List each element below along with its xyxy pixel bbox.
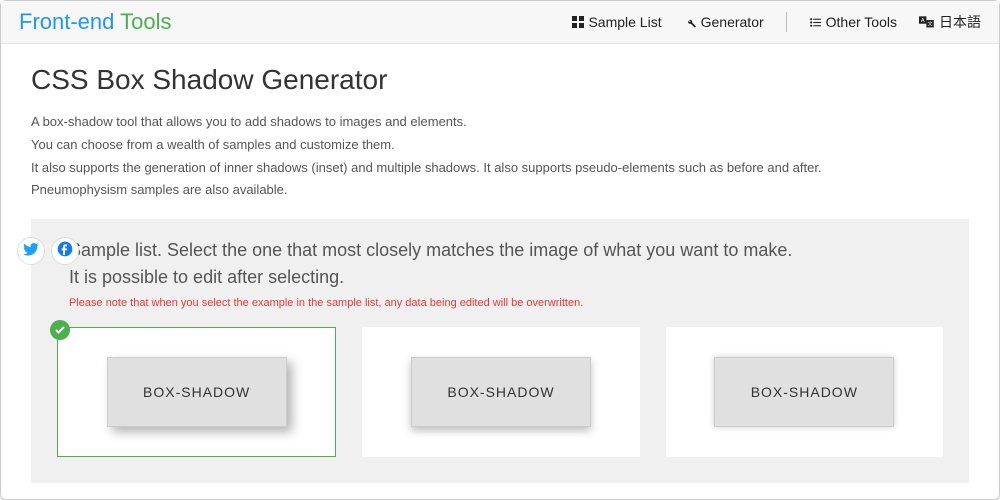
nav-label: Other Tools [826,14,897,30]
nav-separator [786,12,787,32]
nav-other-tools[interactable]: Other Tools [809,14,897,30]
nav-label: Sample List [588,14,661,30]
logo-tools: Tools [114,9,171,34]
sample-card-3[interactable]: BOX-SHADOW [666,327,943,457]
nav-language[interactable]: A文 日本語 [919,12,981,32]
nav-label: 日本語 [939,12,981,32]
nav-sample-list[interactable]: Sample List [572,14,661,30]
translate-icon: A文 [919,16,935,29]
desc-line: It also supports the generation of inner… [31,158,969,179]
sample-box: BOX-SHADOW [714,357,894,427]
nav: Sample List Generator Other Tools A文 日本語 [572,12,981,32]
nav-label: Generator [701,14,764,30]
twitter-icon [23,241,39,262]
check-icon [50,320,70,340]
facebook-button[interactable] [51,237,79,265]
facebook-icon [57,241,73,262]
list-icon [809,16,822,29]
desc-line: A box-shadow tool that allows you to add… [31,112,969,133]
main: CSS Box Shadow Generator A box-shadow to… [1,44,999,483]
logo-front: Front-end [19,9,114,34]
sample-panel: Sample list. Select the one that most cl… [31,219,969,483]
wrench-icon [684,16,697,29]
sample-cards: BOX-SHADOW BOX-SHADOW BOX-SHADOW [57,327,943,457]
desc-line: Pneumophysism samples are also available… [31,180,969,201]
logo[interactable]: Front-end Tools [19,9,171,35]
sample-box: BOX-SHADOW [107,357,287,427]
sample-box: BOX-SHADOW [411,357,591,427]
social-buttons [17,237,79,265]
panel-text: Sample list. Select the one that most cl… [57,237,943,264]
header: Front-end Tools Sample List Generator Ot… [1,1,999,44]
panel-text: It is possible to edit after selecting. [57,264,943,291]
page-title: CSS Box Shadow Generator [31,64,969,96]
nav-generator[interactable]: Generator [684,14,764,30]
twitter-button[interactable] [17,237,45,265]
desc-line: You can choose from a wealth of samples … [31,135,969,156]
sample-card-1[interactable]: BOX-SHADOW [57,327,336,457]
svg-text:A: A [921,17,925,23]
sample-card-2[interactable]: BOX-SHADOW [362,327,639,457]
grid-icon [572,16,584,28]
panel-warning: Please note that when you select the exa… [57,297,943,309]
